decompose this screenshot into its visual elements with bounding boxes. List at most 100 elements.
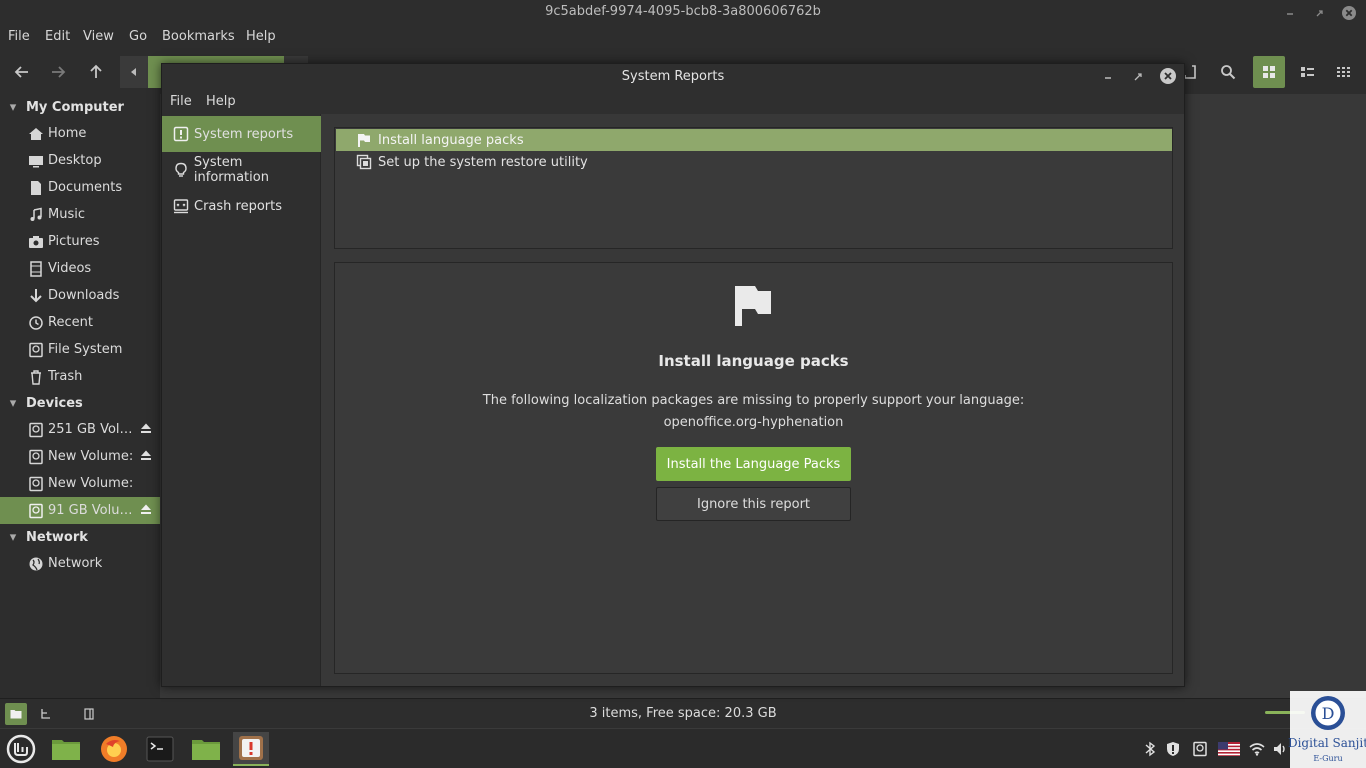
detail-description-line1: The following localization packages are … [482,393,1025,408]
eject-icon[interactable] [140,422,152,434]
report-item-language-packs[interactable]: Install language packs [336,129,1172,151]
system-reports-dialog: System Reports File Help System reports … [161,63,1185,687]
icon-view-button[interactable] [1253,56,1285,88]
sidebar-item-file-system[interactable]: File System [0,336,160,363]
dialog-sidebar-system-information[interactable]: System information [162,152,321,188]
dialog-sidebar-system-reports[interactable]: System reports [162,116,321,152]
shield-icon[interactable] [1164,740,1182,758]
ignore-report-button[interactable]: Ignore this report [656,487,851,521]
maximize-button[interactable] [1310,3,1330,23]
back-button[interactable] [6,56,38,88]
terminal-launcher[interactable] [142,732,178,766]
places-sidebar: ▾ My Computer Home Desktop Documents Mus… [0,94,160,698]
sidebar-item-music[interactable]: Music [0,201,160,228]
menu-help[interactable]: Help [246,29,276,44]
download-icon [26,288,46,304]
sidebar-item-trash[interactable]: Trash [0,363,160,390]
menu-bookmarks[interactable]: Bookmarks [162,29,235,44]
dialog-title: System Reports [621,69,725,84]
eject-icon[interactable] [140,449,152,461]
dialog-minimize-button[interactable] [1098,67,1118,87]
sidebar-header-network[interactable]: ▾ Network [0,524,160,550]
compact-view-button[interactable] [1328,56,1360,88]
install-language-packs-button[interactable]: Install the Language Packs [656,447,851,481]
detail-title: Install language packs [658,352,849,370]
expander-icon: ▾ [9,395,17,411]
files-window-button[interactable] [188,732,224,766]
search-button[interactable] [1212,56,1244,88]
seal-icon: D [1311,696,1345,730]
wifi-icon[interactable] [1248,740,1266,758]
sidebar-item-downloads[interactable]: Downloads [0,282,160,309]
close-button[interactable] [1339,3,1359,23]
sidebar-header-devices[interactable]: ▾ Devices [0,390,160,416]
forward-button[interactable] [42,56,74,88]
sidebar-item-device-2[interactable]: New Volume: [0,443,160,470]
files-launcher[interactable] [48,732,84,766]
status-text: 3 items, Free space: 20.3 GB [589,706,777,721]
folder-icon [52,740,80,760]
detail-description-line2: openoffice.org-hyphenation [663,415,844,430]
report-item-restore-utility[interactable]: Set up the system restore utility [336,151,1172,173]
sidebar-item-network[interactable]: Network [0,550,160,577]
sidebar-item-home[interactable]: Home [0,120,160,147]
sidebar-item-recent[interactable]: Recent [0,309,160,336]
clock-icon [26,315,46,331]
up-button[interactable] [80,56,112,88]
sidebar-item-device-1[interactable]: 251 GB Vol… [0,416,160,443]
document-icon [26,180,46,196]
arrow-right-icon [52,66,66,78]
restore-icon [356,154,372,170]
firefox-icon [101,736,127,762]
report-detail-panel: Install language packs The following loc… [334,262,1173,674]
file-manager-menubar: File Edit View Go Bookmarks Help [0,26,1366,50]
bulb-icon [172,161,190,179]
dialog-close-button[interactable] [1160,68,1176,84]
keyboard-layout-flag-icon[interactable] [1217,740,1241,758]
sidebar-item-device-4[interactable]: 91 GB Volu… [0,497,160,524]
drive-icon [26,342,46,358]
terminal-icon [146,736,174,762]
sidebar-item-videos[interactable]: Videos [0,255,160,282]
dialog-menu-file[interactable]: File [170,94,192,109]
flag-icon [733,284,773,328]
sidebar-item-documents[interactable]: Documents [0,174,160,201]
drive-icon[interactable] [1191,740,1209,758]
list-view-button[interactable] [1291,56,1323,88]
dialog-titlebar[interactable]: System Reports [162,64,1184,90]
trash-icon [26,369,46,385]
network-icon [26,556,46,572]
desktop-icon [26,153,46,169]
minimize-button[interactable] [1281,3,1301,23]
list-icon [1301,67,1314,77]
dialog-menu-help[interactable]: Help [206,94,236,109]
menu-view[interactable]: View [83,29,114,44]
firefox-launcher[interactable] [96,732,132,766]
bluetooth-icon[interactable] [1141,740,1159,758]
report-icon [172,125,190,143]
dialog-maximize-button[interactable] [1128,67,1148,87]
sidebar-item-desktop[interactable]: Desktop [0,147,160,174]
watermark-subtext: E-Guru [1313,754,1343,763]
svg-text:D: D [1322,704,1335,723]
pathbar-scroll-left[interactable] [120,56,148,88]
sidebar-header-my-computer[interactable]: ▾ My Computer [0,94,160,120]
menu-go[interactable]: Go [129,29,147,44]
menu-button[interactable] [3,732,39,766]
mint-logo-icon [6,734,36,764]
dialog-sidebar-crash-reports[interactable]: Crash reports [162,188,321,224]
watermark-text: Digital Sanjit [1287,736,1366,750]
arrow-left-icon [14,66,28,78]
sidebar-item-pictures[interactable]: Pictures [0,228,160,255]
flag-icon [356,132,372,148]
sidebar-item-device-3[interactable]: New Volume: [0,470,160,497]
compact-list-icon [1337,67,1350,77]
menu-file[interactable]: File [8,29,30,44]
watermark-logo: D Digital Sanjit E-Guru [1288,691,1366,768]
drive-icon [26,422,46,438]
eject-icon[interactable] [140,503,152,515]
folder-icon [192,740,220,760]
menu-edit[interactable]: Edit [45,29,70,44]
system-reports-window-button[interactable] [233,732,269,766]
dialog-sidebar: System reports System information Crash … [162,114,321,686]
